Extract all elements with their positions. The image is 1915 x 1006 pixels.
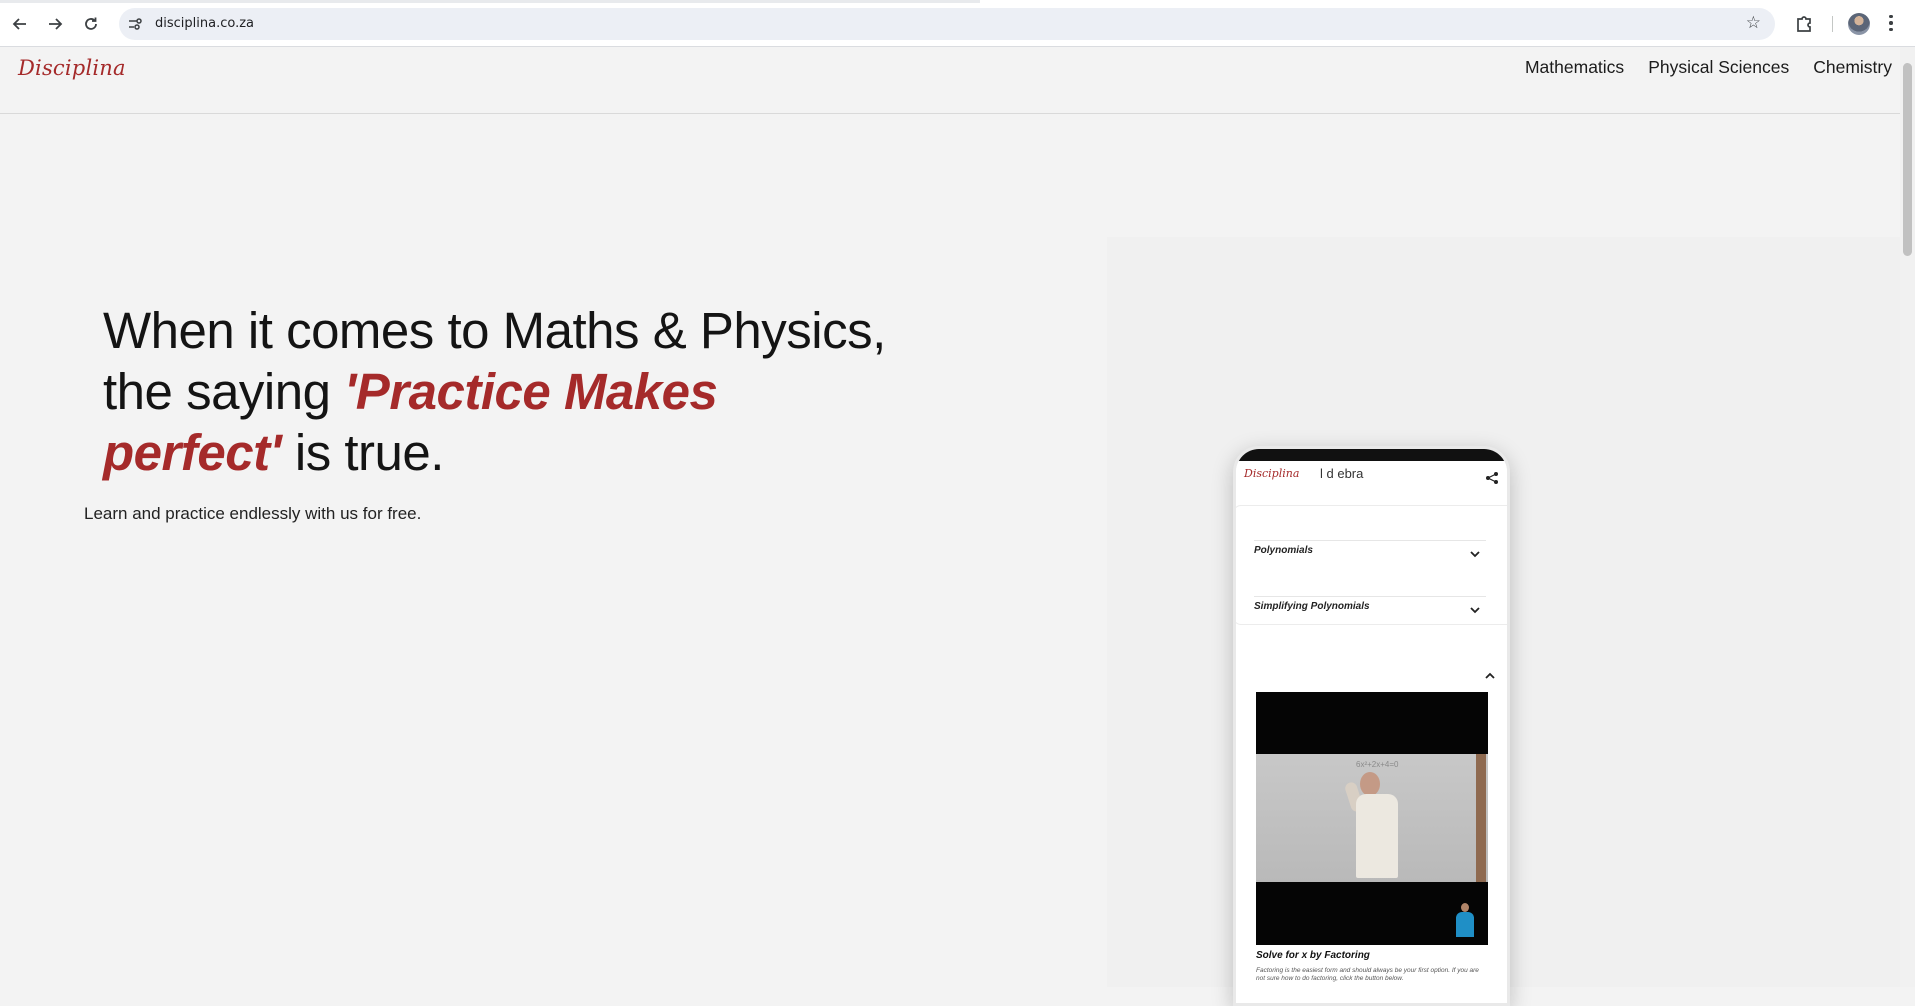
accordion-label: Simplifying Polynomials bbox=[1254, 601, 1370, 612]
back-arrow-icon bbox=[12, 18, 26, 30]
accordion-item-simplifying-polynomials: Simplifying Polynomials bbox=[1254, 596, 1486, 636]
sign-language-interpreter bbox=[1454, 903, 1476, 937]
hero-line-1: When it comes to Maths & Physics, bbox=[103, 302, 886, 359]
chevron-up-icon bbox=[1485, 672, 1495, 679]
phone-accordion-card: Polynomials Simplifying Polynomials bbox=[1236, 505, 1507, 625]
forward-arrow-icon bbox=[49, 18, 63, 30]
site-info-icon[interactable] bbox=[127, 16, 143, 32]
extensions-puzzle-icon[interactable] bbox=[1794, 12, 1816, 34]
chevron-down-icon bbox=[1470, 607, 1480, 614]
bookmark-star-icon[interactable]: ☆ bbox=[1746, 13, 1761, 33]
main-nav: Mathematics Physical Sciences Chemistry bbox=[1525, 57, 1892, 78]
nav-chemistry[interactable]: Chemistry bbox=[1813, 57, 1892, 78]
phone-app-bar: Disciplina l d ebra bbox=[1236, 461, 1507, 491]
teacher-head bbox=[1360, 772, 1380, 796]
hero-heading: When it comes to Maths & Physics, the sa… bbox=[103, 300, 903, 483]
back-button[interactable] bbox=[6, 10, 34, 38]
reload-icon bbox=[85, 17, 97, 30]
reload-button[interactable] bbox=[77, 10, 105, 38]
hero-line-3-suffix: is true. bbox=[281, 424, 445, 481]
hero-subtitle: Learn and practice endlessly with us for… bbox=[84, 504, 422, 523]
phone-mockup: Disciplina l d ebra Polynomials Simplify… bbox=[1233, 446, 1510, 1006]
toolbar-divider bbox=[1832, 16, 1833, 32]
door bbox=[1476, 754, 1486, 882]
browser-toolbar: disciplina.co.za ☆ bbox=[0, 0, 1915, 47]
phone-app-title: l d ebra bbox=[1320, 466, 1364, 481]
url-text[interactable]: disciplina.co.za bbox=[155, 16, 254, 31]
nav-physical-sciences[interactable]: Physical Sciences bbox=[1648, 57, 1789, 78]
video-description: Factoring is the easiest form and should… bbox=[1256, 967, 1479, 982]
forward-button[interactable] bbox=[41, 10, 69, 38]
profile-avatar[interactable] bbox=[1848, 13, 1870, 35]
accordion-label: Polynomials bbox=[1254, 545, 1313, 556]
site-header: Disciplina Mathematics Physical Sciences… bbox=[0, 47, 1900, 114]
whiteboard-scene: 6x²+2x+4=0 bbox=[1256, 754, 1488, 882]
address-bar[interactable]: disciplina.co.za ☆ bbox=[119, 8, 1775, 40]
browser-menu-icon[interactable] bbox=[1882, 10, 1900, 36]
board-equation: 6x²+2x+4=0 bbox=[1356, 760, 1399, 769]
chevron-down-icon bbox=[1470, 551, 1480, 558]
loading-bar bbox=[0, 0, 980, 3]
site-logo[interactable]: Disciplina bbox=[18, 56, 126, 80]
nav-mathematics[interactable]: Mathematics bbox=[1525, 57, 1624, 78]
hero-accent-2: perfect' bbox=[103, 424, 282, 481]
accordion-item-polynomials: Polynomials bbox=[1254, 540, 1486, 580]
hero-accent-1: 'Practice Makes bbox=[344, 363, 718, 420]
share-icon bbox=[1486, 472, 1498, 484]
teacher-body bbox=[1356, 794, 1398, 878]
video-thumbnail: 6x²+2x+4=0 bbox=[1256, 692, 1488, 945]
video-caption: Solve for x by Factoring bbox=[1256, 950, 1370, 961]
scrollbar-thumb[interactable] bbox=[1903, 63, 1912, 256]
phone-logo: Disciplina bbox=[1244, 467, 1300, 480]
hero-line-2-prefix: the saying bbox=[103, 363, 345, 420]
phone-status-bar bbox=[1236, 449, 1507, 461]
page-scrollbar[interactable] bbox=[1900, 47, 1915, 987]
